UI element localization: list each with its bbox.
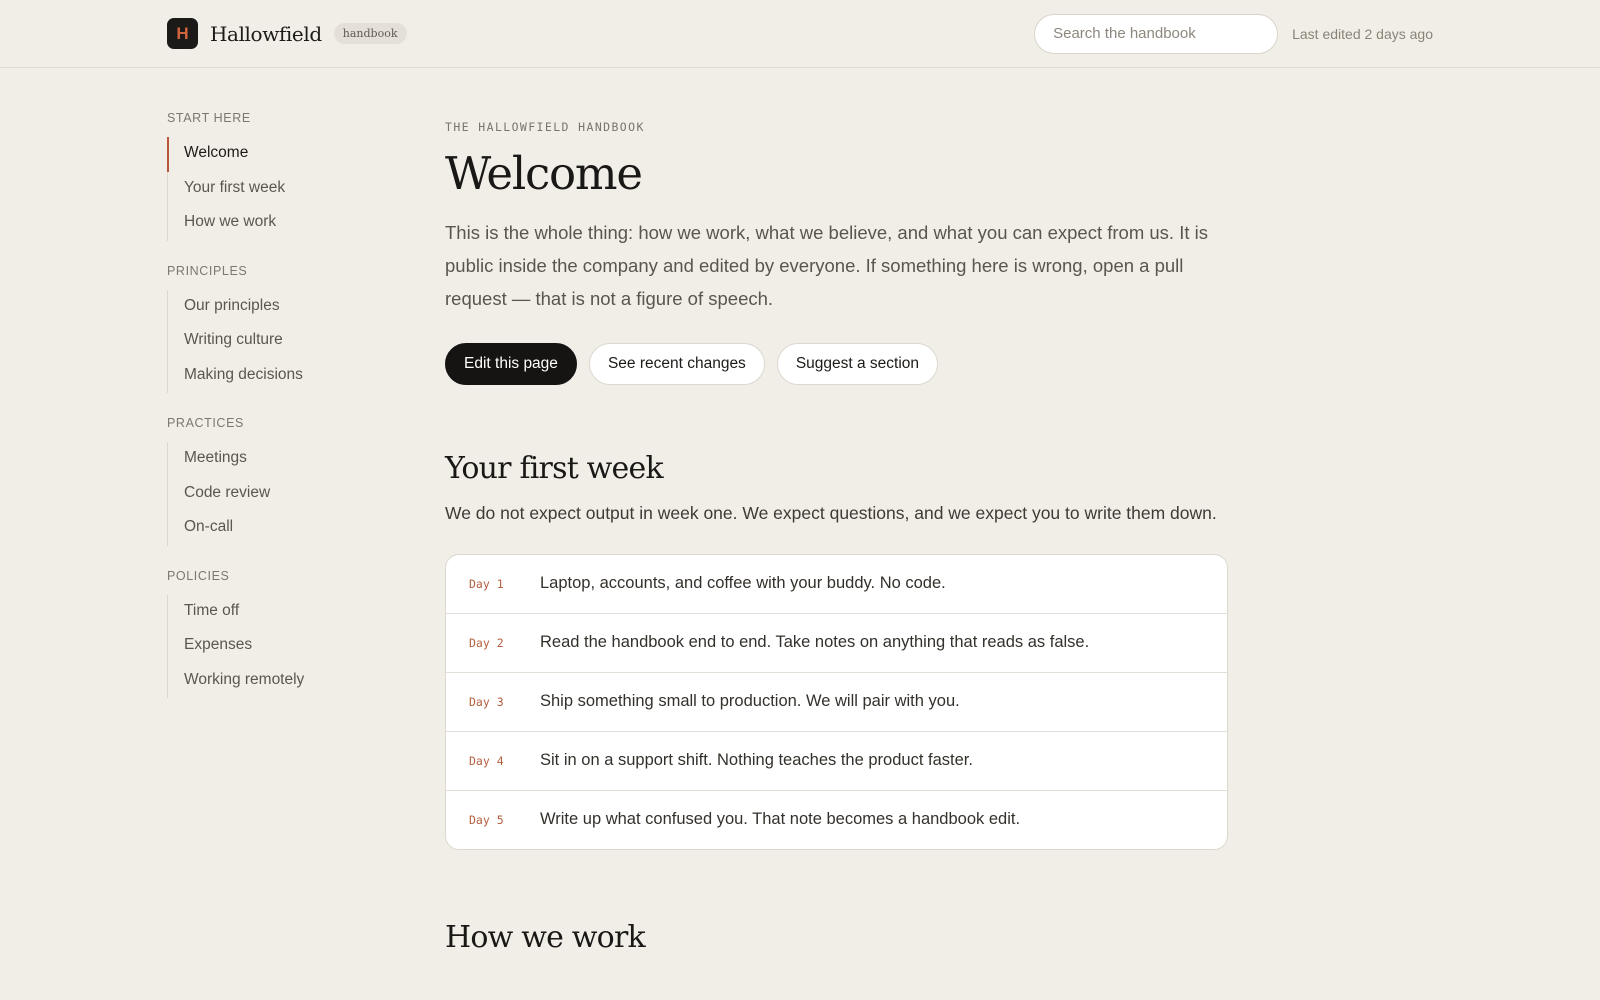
day-label: Day 2	[469, 635, 504, 650]
day-text: Write up what confused you. That note be…	[540, 810, 1021, 829]
nav-group-practices: PRACTICES Meetings Code review On-call	[167, 414, 445, 546]
nav-heading: START HERE	[167, 111, 251, 125]
nav-group-policies: POLICIES Time off Expenses Working remot…	[167, 567, 445, 699]
top-bar-right: Last edited 2 days ago	[1034, 13, 1433, 54]
sidebar-item-our-principles[interactable]: Our principles	[167, 290, 445, 325]
search-input[interactable]	[1034, 13, 1279, 54]
schedule-row: Day 2 Read the handbook end to end. Take…	[446, 614, 1227, 673]
nav-list: Our principles Writing culture Making de…	[167, 289, 445, 394]
recent-changes-button[interactable]: See recent changes	[588, 342, 765, 385]
nav-group-start-here: START HERE Welcome Your first week How w…	[167, 109, 445, 241]
sidebar-item-meetings[interactable]: Meetings	[167, 442, 445, 477]
sidebar-item-code-review[interactable]: Code review	[167, 477, 445, 512]
main-content: THE HALLOWFIELD HANDBOOK Welcome This is…	[445, 68, 1235, 956]
schedule-row: Day 4 Sit in on a support shift. Nothing…	[446, 732, 1227, 791]
top-bar: H Hallowfield handbook Last edited 2 day…	[0, 0, 1600, 68]
sidebar-item-expenses[interactable]: Expenses	[167, 629, 445, 664]
page-eyebrow: THE HALLOWFIELD HANDBOOK	[445, 120, 645, 134]
first-week-heading: Your first week	[445, 450, 664, 486]
nav-heading: POLICIES	[167, 568, 230, 583]
sidebar-item-welcome[interactable]: Welcome	[167, 137, 445, 172]
page-actions: Edit this page See recent changes Sugges…	[445, 342, 1235, 385]
sidebar-item-time-off[interactable]: Time off	[167, 595, 445, 630]
sidebar-item-on-call[interactable]: On-call	[167, 511, 445, 546]
last-edited-text: Last edited 2 days ago	[1292, 25, 1433, 42]
day-label: Day 1	[469, 576, 504, 591]
brand-tag: handbook	[333, 23, 407, 44]
schedule-row: Day 5 Write up what confused you. That n…	[446, 791, 1227, 849]
first-week-intro: We do not expect output in week one. We …	[445, 502, 1217, 523]
brand-name: Hallowfield	[210, 21, 322, 46]
sidebar-item-writing-culture[interactable]: Writing culture	[167, 324, 445, 359]
sidebar-item-how-we-work[interactable]: How we work	[167, 206, 445, 241]
logo-icon: H	[167, 18, 198, 49]
nav-list: Welcome Your first week How we work	[167, 137, 445, 241]
sidebar-item-your-first-week[interactable]: Your first week	[167, 172, 445, 207]
page-layout: START HERE Welcome Your first week How w…	[0, 68, 1600, 956]
day-label: Day 4	[469, 753, 504, 768]
nav-list: Meetings Code review On-call	[167, 442, 445, 546]
nav-heading: PRINCIPLES	[167, 263, 248, 278]
suggest-section-button[interactable]: Suggest a section	[776, 342, 939, 385]
nav-group-principles: PRINCIPLES Our principles Writing cultur…	[167, 262, 445, 394]
edit-page-button[interactable]: Edit this page	[445, 342, 577, 385]
day-text: Read the handbook end to end. Take notes…	[540, 633, 1090, 652]
day-text: Ship something small to production. We w…	[540, 692, 960, 711]
schedule-row: Day 3 Ship something small to production…	[446, 673, 1227, 732]
day-label: Day 5	[469, 812, 504, 827]
nav-list: Time off Expenses Working remotely	[167, 594, 445, 699]
sidebar: START HERE Welcome Your first week How w…	[167, 68, 445, 956]
day-text: Sit in on a support shift. Nothing teach…	[540, 751, 973, 770]
sidebar-item-making-decisions[interactable]: Making decisions	[167, 359, 445, 394]
page-lede: This is the whole thing: how we work, wh…	[445, 221, 1208, 309]
brand[interactable]: H Hallowfield handbook	[167, 18, 407, 49]
nav-heading: PRACTICES	[167, 416, 244, 430]
sidebar-item-working-remotely[interactable]: Working remotely	[167, 664, 445, 699]
how-we-work-heading: How we work	[445, 919, 646, 955]
day-label: Day 3	[469, 694, 504, 709]
first-week-schedule: Day 1 Laptop, accounts, and coffee with …	[445, 553, 1228, 850]
page-title: Welcome	[445, 147, 643, 200]
day-text: Laptop, accounts, and coffee with your b…	[540, 574, 946, 593]
schedule-row: Day 1 Laptop, accounts, and coffee with …	[446, 555, 1227, 614]
